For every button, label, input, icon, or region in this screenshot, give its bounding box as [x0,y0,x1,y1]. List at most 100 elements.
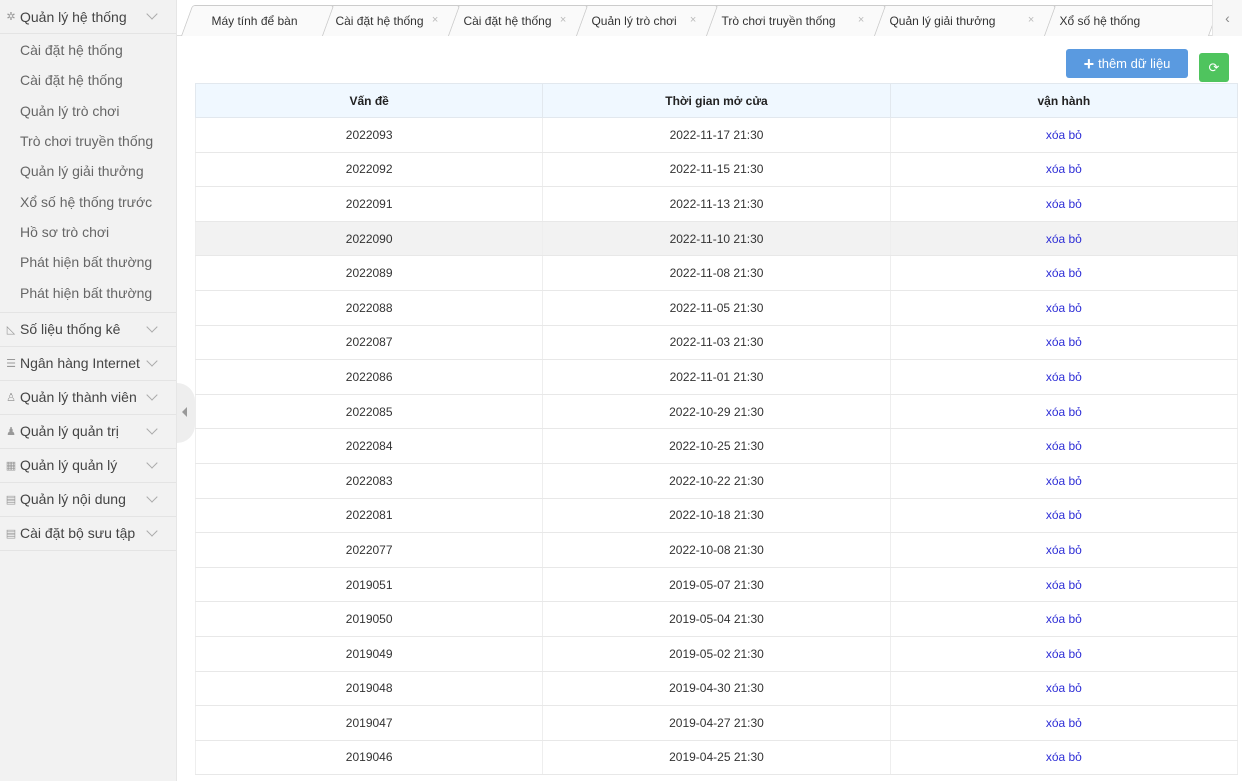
sidebar-item[interactable]: Xổ số hệ thống trước [0,186,176,216]
close-icon[interactable]: × [689,14,695,26]
chevron-down-icon [146,423,158,435]
close-icon[interactable]: × [431,14,437,26]
sidebar-item[interactable]: Hồ sơ trò chơi [0,217,176,247]
delete-link[interactable]: xóa bỏ [1046,508,1082,522]
table-row: 2019046 2019-04-25 21:30 xóa bỏ [194,740,1239,776]
tab-label: Máy tính để bàn [211,14,298,28]
sidebar-item[interactable]: Cài đặt hệ thống [0,65,176,95]
cell-operation: xóa bỏ [889,394,1239,430]
sidebar-item[interactable]: Quản lý trò chơi [0,96,176,126]
cell-issue: 2019046 [194,740,544,776]
admin-icon: ♟ [6,425,16,438]
refresh-button[interactable]: ⟳ [1199,53,1229,82]
sidebar-item[interactable]: Trò chơi truyền thống [0,126,176,156]
sidebar-group-1[interactable]: ◺ Số liệu thống kê [0,313,176,347]
delete-link[interactable]: xóa bỏ [1046,405,1082,419]
user-icon: ♙ [6,391,16,404]
cell-operation: xóa bỏ [889,463,1239,499]
delete-link[interactable]: xóa bỏ [1046,578,1082,592]
delete-link[interactable]: xóa bỏ [1046,750,1082,764]
cell-issue: 2022089 [194,255,544,291]
delete-link[interactable]: xóa bỏ [1046,266,1082,280]
cell-open-time: 2022-11-13 21:30 [542,186,891,222]
tab-label: Quản lý giải thưởng [889,14,996,28]
cell-open-time: 2019-05-07 21:30 [542,567,891,603]
table-row: 2022089 2022-11-08 21:30 xóa bỏ [194,255,1239,291]
list-icon: ☰ [6,357,16,370]
tab-scroll-left-button[interactable]: ‹ [1212,0,1242,36]
delete-link[interactable]: xóa bỏ [1046,370,1082,384]
cell-open-time: 2022-10-22 21:30 [542,463,891,499]
delete-link[interactable]: xóa bỏ [1046,716,1082,730]
close-icon[interactable]: × [857,14,863,26]
cell-issue: 2022077 [194,532,544,568]
sidebar-group-label: Số liệu thống kê [20,321,121,338]
sidebar-group-7[interactable]: ▤ Cài đặt bộ sưu tập [0,517,176,551]
delete-link[interactable]: xóa bỏ [1046,128,1082,142]
delete-link[interactable]: xóa bỏ [1046,439,1082,453]
delete-link[interactable]: xóa bỏ [1046,197,1082,211]
sidebar-group-3[interactable]: ♙ Quản lý thành viên [0,381,176,415]
sidebar-group-label: Ngân hàng Internet [20,355,140,372]
chevron-down-icon [146,525,158,537]
tab-label: Quản lý trò chơi [591,14,677,28]
refresh-icon: ⟳ [1208,59,1220,75]
sidebar-item[interactable]: Phát hiện bất thường [0,247,176,277]
chevron-down-icon [146,321,158,333]
sidebar-item[interactable]: Cài đặt hệ thống [0,35,176,65]
delete-link[interactable]: xóa bỏ [1046,612,1082,626]
delete-link[interactable]: xóa bỏ [1046,474,1082,488]
tab-0[interactable]: Máy tính để bàn [181,5,335,36]
delete-link[interactable]: xóa bỏ [1046,162,1082,176]
tab-4[interactable]: Trò chơi truyền thống × [691,5,887,36]
table-row: 2019051 2019-05-07 21:30 xóa bỏ [194,567,1239,603]
sidebar-submenu: Cài đặt hệ thống Cài đặt hệ thống Quản lý … [0,34,176,313]
cell-operation: xóa bỏ [889,601,1239,637]
delete-link[interactable]: xóa bỏ [1046,301,1082,315]
sidebar-item[interactable]: Quản lý giải thưởng [0,156,176,186]
delete-link[interactable]: xóa bỏ [1046,543,1082,557]
table-row: 2022081 2022-10-18 21:30 xóa bỏ [194,498,1239,534]
cell-open-time: 2019-04-27 21:30 [542,705,891,741]
cell-issue: 2022086 [194,359,544,395]
tab-6[interactable]: Xổ số hệ thống [1029,5,1221,36]
add-data-button[interactable]: + thêm dữ liệu [1066,49,1188,78]
cell-operation: xóa bỏ [889,428,1239,464]
sidebar-group-5[interactable]: ▦ Quản lý quản lý [0,449,176,483]
cell-operation: xóa bỏ [889,498,1239,534]
sidebar-group-label: Quản lý nội dung [20,491,126,508]
cell-issue: 2019051 [194,567,544,603]
cell-open-time: 2019-05-04 21:30 [542,601,891,637]
document-icon: ▤ [5,493,17,506]
sidebar-collapse-handle[interactable] [177,383,195,443]
sidebar-group-4[interactable]: ♟ Quản lý quản trị [0,415,176,449]
grid-icon: ▦ [5,459,17,472]
sidebar-group-2[interactable]: ☰ Ngân hàng Internet [0,347,176,381]
delete-link[interactable]: xóa bỏ [1046,681,1082,695]
delete-link[interactable]: xóa bỏ [1046,232,1082,246]
cell-issue: 2022093 [194,117,544,153]
cell-open-time: 2019-05-02 21:30 [542,636,891,672]
sidebar-item[interactable]: Phát hiện bất thường [0,277,176,307]
column-header-issue: Vấn đề [194,83,544,118]
delete-link[interactable]: xóa bỏ [1046,335,1082,349]
gear-icon: ✲ [6,11,16,23]
tab-5[interactable]: Quản lý giải thưởng × [859,5,1057,36]
delete-link[interactable]: xóa bỏ [1046,647,1082,661]
cell-operation: xóa bỏ [889,117,1239,153]
sidebar-group-6[interactable]: ▤ Quản lý nội dung [0,483,176,517]
cell-issue: 2022087 [194,325,544,361]
table-row: 2019050 2019-05-04 21:30 xóa bỏ [194,601,1239,637]
close-icon[interactable]: × [1027,14,1033,26]
cell-open-time: 2022-10-08 21:30 [542,532,891,568]
chevron-down-icon [146,355,158,367]
cell-open-time: 2022-11-05 21:30 [542,290,891,326]
collapse-arrow-icon [182,407,187,417]
chevron-left-icon: ‹ [1225,10,1230,26]
table-row: 2022077 2022-10-08 21:30 xóa bỏ [194,532,1239,568]
cell-operation: xóa bỏ [889,671,1239,707]
close-icon[interactable]: × [559,14,565,26]
tab-label: Xổ số hệ thống [1059,14,1141,28]
cell-issue: 2022091 [194,186,544,222]
sidebar-group-0[interactable]: ✲ Quản lý hệ thống [0,0,176,34]
